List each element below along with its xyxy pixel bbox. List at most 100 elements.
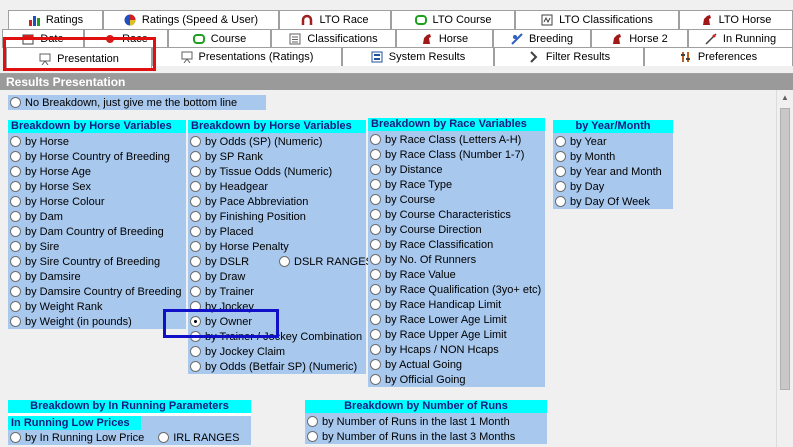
radio-circle[interactable]	[10, 196, 21, 207]
tab-lto-race[interactable]: LTO Race	[279, 10, 391, 29]
radio-circle[interactable]	[190, 151, 201, 162]
radio-by-year-and-month[interactable]: by Year and Month	[553, 164, 673, 179]
radio-by-jockey[interactable]: by Jockey	[188, 299, 366, 314]
radio-circle[interactable]	[10, 301, 21, 312]
radio-in-running-low-price[interactable]	[10, 432, 21, 443]
radio-circle[interactable]	[370, 149, 381, 160]
radio-by-trainer[interactable]: by Trainer	[188, 284, 366, 299]
radio-by-dam[interactable]: by Dam	[8, 209, 186, 224]
radio-circle[interactable]	[10, 316, 21, 327]
radio-by-race-handicap-limit[interactable]: by Race Handicap Limit	[368, 297, 545, 312]
radio-by-weight-rank[interactable]: by Weight Rank	[8, 299, 186, 314]
radio-by-sire[interactable]: by Sire	[8, 239, 186, 254]
radio-by-race-class-letters-a-h[interactable]: by Race Class (Letters A-H)	[368, 132, 545, 147]
radio-circle[interactable]	[370, 134, 381, 145]
radio-by-owner[interactable]: by Owner	[188, 314, 366, 329]
radio-circle[interactable]	[370, 344, 381, 355]
radio-circle[interactable]	[190, 301, 201, 312]
radio-circle[interactable]	[555, 151, 566, 162]
radio-circle[interactable]	[370, 239, 381, 250]
radio-circle[interactable]	[10, 166, 21, 177]
tab-in-running[interactable]: In Running	[688, 29, 793, 48]
radio-by-course-characteristics[interactable]: by Course Characteristics	[368, 207, 545, 222]
tab-system-results[interactable]: System Results	[342, 47, 494, 66]
radio-by-odds-betfair-sp-numeric[interactable]: by Odds (Betfair SP) (Numeric)	[188, 359, 366, 374]
tab-preferences[interactable]: Preferences	[644, 47, 793, 66]
radio-circle[interactable]	[555, 166, 566, 177]
radio-by-race-qualification-3yo-etc[interactable]: by Race Qualification (3yo+ etc)	[368, 282, 545, 297]
radio-by-hcaps-non-hcaps[interactable]: by Hcaps / NON Hcaps	[368, 342, 545, 357]
tab-presentations-ratings[interactable]: Presentations (Ratings)	[152, 47, 342, 66]
tab-horse-2[interactable]: Horse 2	[591, 29, 688, 48]
radio-by-finishing-position[interactable]: by Finishing Position	[188, 209, 366, 224]
radio-circle[interactable]	[190, 316, 201, 327]
radio-dslr-ranges[interactable]	[279, 256, 291, 267]
radio-by-horse-sex[interactable]: by Horse Sex	[8, 179, 186, 194]
radio-circle[interactable]	[10, 97, 21, 108]
radio-circle[interactable]	[10, 226, 21, 237]
radio-by-tissue-odds-numeric[interactable]: by Tissue Odds (Numeric)	[188, 164, 366, 179]
radio-circle[interactable]	[370, 299, 381, 310]
tab-lto-horse[interactable]: LTO Horse	[679, 10, 793, 29]
radio-by-day-of-week[interactable]: by Day Of Week	[553, 194, 673, 209]
radio-circle[interactable]	[190, 226, 201, 237]
radio-circle[interactable]	[190, 166, 201, 177]
radio-circle[interactable]	[555, 181, 566, 192]
radio-by-odds-sp-numeric[interactable]: by Odds (SP) (Numeric)	[188, 134, 366, 149]
radio-by-race-upper-age-limit[interactable]: by Race Upper Age Limit	[368, 327, 545, 342]
radio-by-sp-rank[interactable]: by SP Rank	[188, 149, 366, 164]
radio-circle[interactable]	[370, 164, 381, 175]
tab-filter-results[interactable]: Filter Results	[494, 47, 644, 66]
radio-circle[interactable]	[370, 374, 381, 385]
radio-by-number-of-runs-in-the-last-1-month[interactable]: by Number of Runs in the last 1 Month	[305, 414, 547, 429]
radio-circle[interactable]	[190, 346, 201, 357]
radio-circle[interactable]	[370, 224, 381, 235]
tab-presentation[interactable]: Presentation	[6, 47, 152, 69]
radio-by-race-class-number-1-7[interactable]: by Race Class (Number 1-7)	[368, 147, 545, 162]
radio-by-race-type[interactable]: by Race Type	[368, 177, 545, 192]
radio-circle[interactable]	[190, 361, 201, 372]
tab-ratings-speed-user[interactable]: Ratings (Speed & User)	[103, 10, 279, 29]
tab-date[interactable]: Date	[2, 29, 84, 48]
radio-circle[interactable]	[190, 196, 201, 207]
radio-by-no-of-runners[interactable]: by No. Of Runners	[368, 252, 545, 267]
radio-by-year[interactable]: by Year	[553, 134, 673, 149]
radio-circle[interactable]	[10, 286, 21, 297]
radio-no-breakdown[interactable]: No Breakdown, just give me the bottom li…	[8, 95, 266, 110]
radio-circle[interactable]	[190, 331, 201, 342]
radio-by-dslr[interactable]: by DSLR DSLR RANGES	[188, 254, 373, 269]
radio-by-actual-going[interactable]: by Actual Going	[368, 357, 545, 372]
radio-by-official-going[interactable]: by Official Going	[368, 372, 545, 387]
radio-circle[interactable]	[10, 136, 21, 147]
radio-circle[interactable]	[370, 314, 381, 325]
radio-by-pace-abbreviation[interactable]: by Pace Abbreviation	[188, 194, 366, 209]
radio-by-trainer-jockey-combination[interactable]: by Trainer / Jockey Combination	[188, 329, 366, 344]
radio-by-race-value[interactable]: by Race Value	[368, 267, 545, 282]
radio-circle[interactable]	[10, 241, 21, 252]
vertical-scrollbar[interactable]: ▲	[776, 90, 793, 447]
radio-circle[interactable]	[190, 181, 201, 192]
radio-circle[interactable]	[190, 241, 201, 252]
radio-circle[interactable]	[555, 196, 566, 207]
tab-lto-course[interactable]: LTO Course	[391, 10, 515, 29]
radio-by-number-of-runs-in-the-last-3-months[interactable]: by Number of Runs in the last 3 Months	[305, 429, 547, 444]
radio-by-draw[interactable]: by Draw	[188, 269, 366, 284]
tab-horse[interactable]: Horse	[396, 29, 493, 48]
radio-circle[interactable]	[370, 254, 381, 265]
radio-circle[interactable]	[190, 286, 201, 297]
tab-course[interactable]: Course	[168, 29, 271, 48]
radio-by-dam-country-of-breeding[interactable]: by Dam Country of Breeding	[8, 224, 186, 239]
radio-circle[interactable]	[370, 179, 381, 190]
tab-classifications[interactable]: Classifications	[271, 29, 396, 48]
radio-by-horse[interactable]: by Horse	[8, 134, 186, 149]
radio-by-jockey-claim[interactable]: by Jockey Claim	[188, 344, 366, 359]
radio-by-horse-age[interactable]: by Horse Age	[8, 164, 186, 179]
radio-by-headgear[interactable]: by Headgear	[188, 179, 366, 194]
radio-circle[interactable]	[307, 431, 318, 442]
radio-circle[interactable]	[370, 194, 381, 205]
radio-by-weight-in-pounds[interactable]: by Weight (in pounds)	[8, 314, 186, 329]
radio-by-course[interactable]: by Course	[368, 192, 545, 207]
radio-circle[interactable]	[555, 136, 566, 147]
tab-breeding[interactable]: Breeding	[493, 29, 591, 48]
radio-by-race-lower-age-limit[interactable]: by Race Lower Age Limit	[368, 312, 545, 327]
